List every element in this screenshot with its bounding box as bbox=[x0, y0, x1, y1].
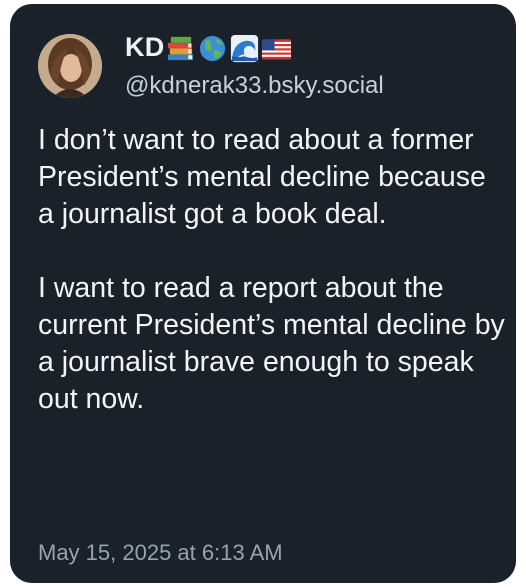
user-handle[interactable]: @kdnerak33.bsky.social bbox=[125, 72, 384, 100]
globe-icon bbox=[197, 33, 228, 64]
books-icon bbox=[165, 33, 196, 64]
post-paragraph: I want to read a report about the curren… bbox=[38, 272, 505, 415]
post-paragraph: I don’t want to read about a former Pres… bbox=[38, 124, 486, 230]
cropped-row bbox=[38, 578, 278, 583]
avatar[interactable] bbox=[38, 34, 102, 98]
wave-icon bbox=[229, 33, 260, 64]
post-card: KD @kdnerak33.bsky.social I don’t want t… bbox=[10, 4, 516, 583]
name-emojis bbox=[165, 30, 292, 66]
us-flag-icon bbox=[261, 33, 292, 64]
post-text: I don’t want to read about a former Pres… bbox=[38, 122, 508, 418]
display-name[interactable]: KD bbox=[125, 32, 164, 63]
post-timestamp[interactable]: May 15, 2025 at 6:13 AM bbox=[38, 540, 283, 566]
